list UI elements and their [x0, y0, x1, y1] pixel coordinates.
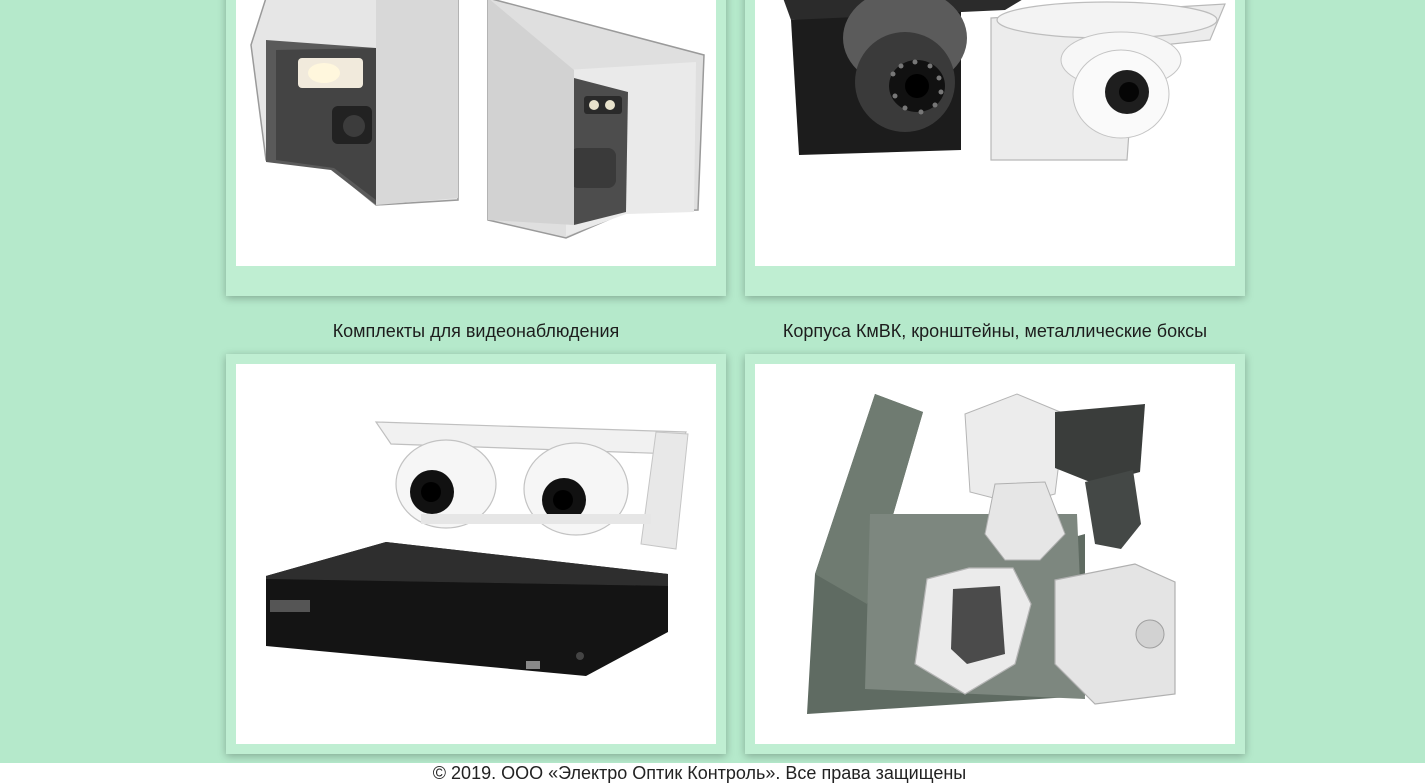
product-image-cameras-in-housings[interactable] [236, 0, 716, 266]
copyright-text: © 2019. ООО «Электро Оптик Контроль». Вс… [432, 763, 967, 783]
product-image-housings-brackets[interactable] [755, 364, 1235, 744]
product-card-dome-cameras[interactable] [745, 0, 1245, 296]
product-card-cameras-in-housings[interactable] [226, 0, 726, 296]
page: Комплекты для видеонаблюдения Корпуса Км… [0, 0, 1425, 784]
product-card-surveillance-kits[interactable] [226, 354, 726, 754]
product-image-dome-cameras[interactable] [755, 0, 1235, 266]
site-footer: © 2019. ООО «Электро Оптик Контроль». Вс… [0, 763, 1425, 784]
category-link-surveillance-kits[interactable]: Комплекты для видеонаблюдения [226, 320, 726, 342]
product-card-housings-brackets[interactable] [745, 354, 1245, 754]
category-link-housings-brackets[interactable]: Корпуса КмВК, кронштейны, металлические … [745, 320, 1245, 342]
product-image-surveillance-kits[interactable] [236, 364, 716, 744]
